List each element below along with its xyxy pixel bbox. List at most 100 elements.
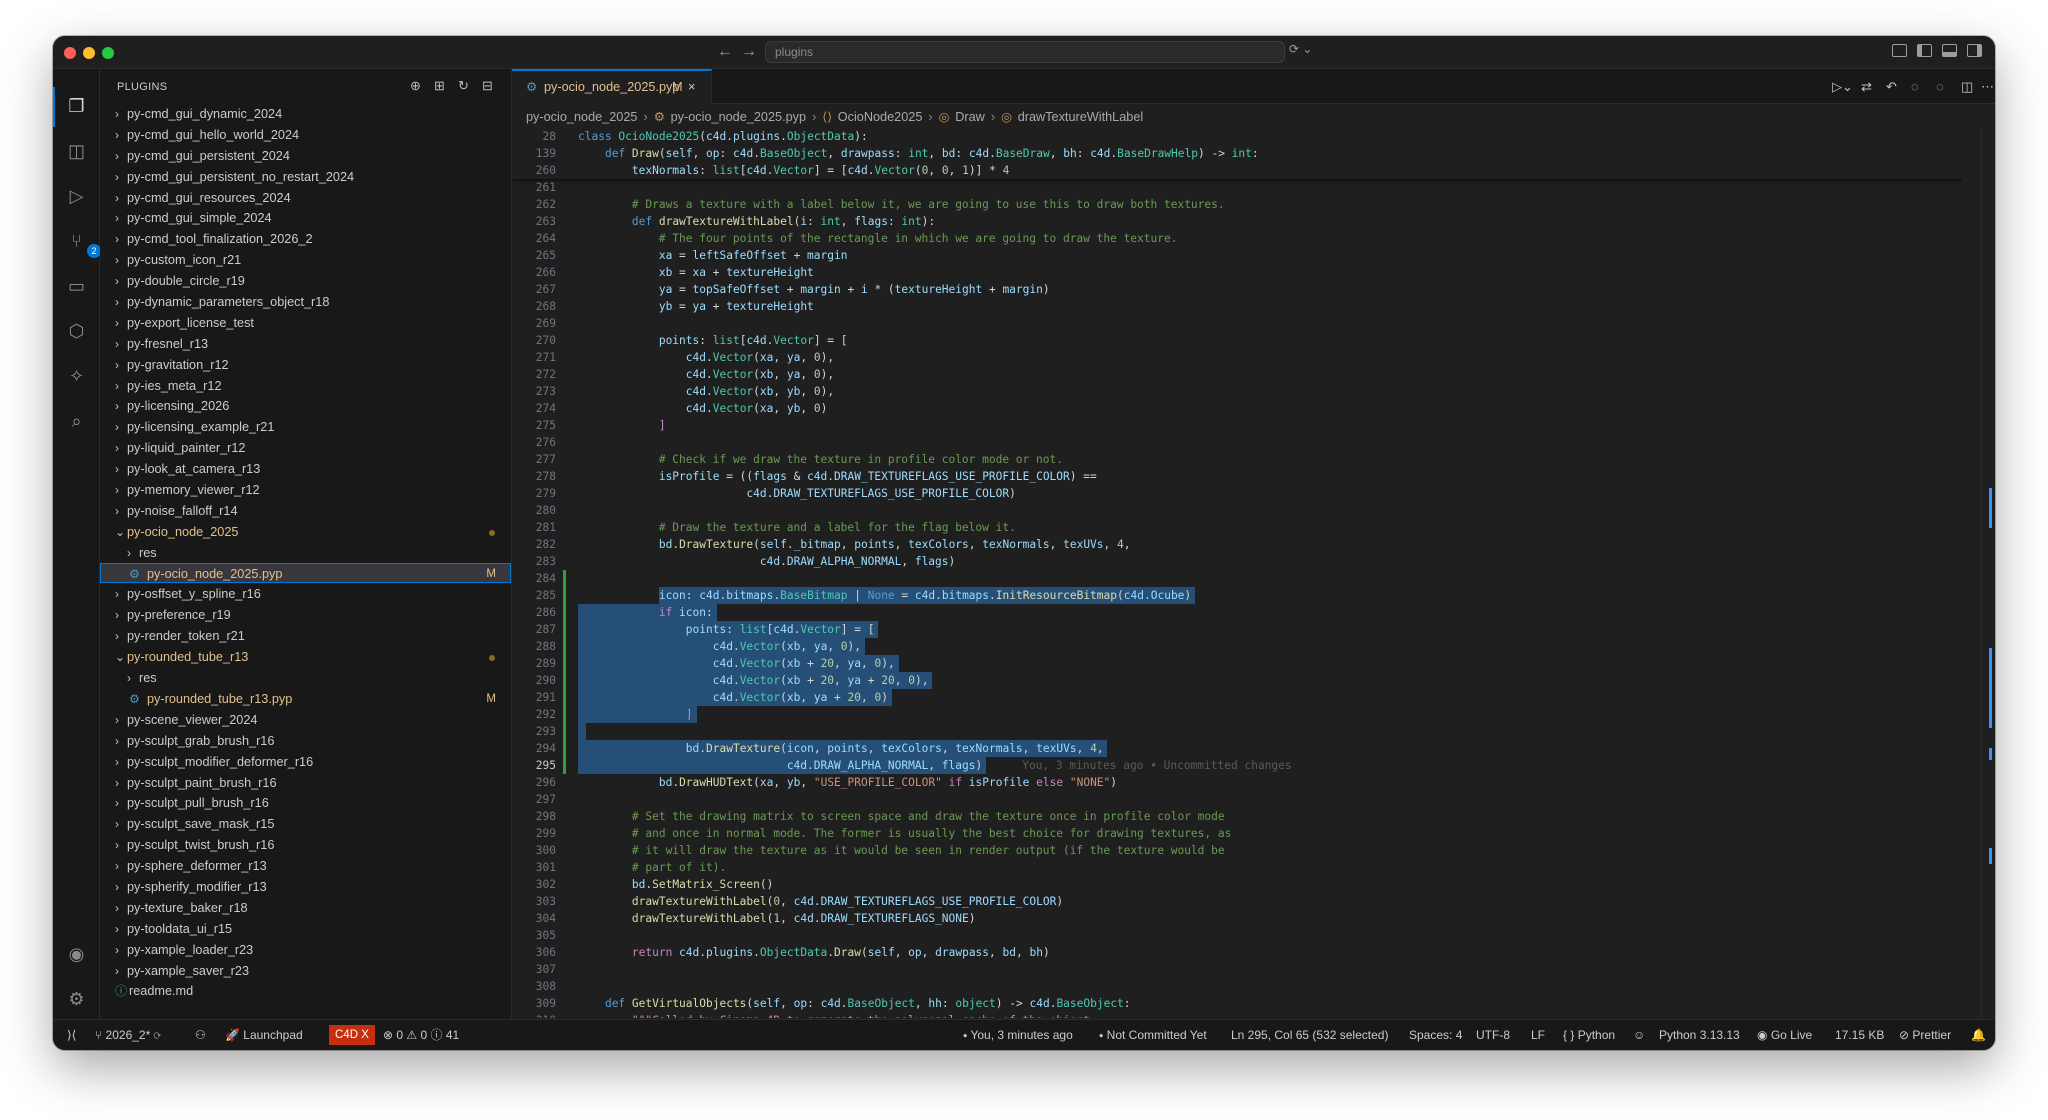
code-line[interactable]: 267 ya = topSafeOffset + margin + i * (t… [512,281,1962,298]
folder-item[interactable]: › py-liquid_painter_r12 [100,437,511,458]
account-icon[interactable]: ◉ [63,941,90,968]
run-python-icon[interactable]: ▷⌄ [1832,79,1853,95]
minimize-window-button[interactable] [83,47,95,59]
breadcrumb-item[interactable]: OcioNode2025 [838,110,923,124]
code-line[interactable]: 310 """Called by Cinema 4D to generate t… [512,1012,1962,1018]
code-line[interactable]: 291 c4d.Vector(xb, ya + 20, 0) [512,689,1962,706]
file-item[interactable]: ⚙ py-ocio_node_2025.pyp M [100,562,511,584]
code-line[interactable]: 286 if icon: [512,604,1962,621]
code-line[interactable]: 283 c4d.DRAW_ALPHA_NORMAL, flags) [512,553,1962,570]
folder-item[interactable]: › py-xample_loader_r23 [100,939,511,960]
customize-layout-icon[interactable] [1892,44,1907,57]
new-file-icon[interactable]: ⊕ [410,78,421,94]
settings-gear-icon[interactable]: ⚙ [63,986,90,1013]
sticky-scroll-line[interactable]: 28 class OcioNode2025(c4d.plugins.ObjectD… [512,128,1962,145]
chat-icon[interactable]: ✧ [63,363,90,390]
breadcrumb-item[interactable]: py-ocio_node_2025 [526,110,637,124]
code-line[interactable]: 285 icon: c4d.bitmaps.BaseBitmap | None … [512,587,1962,604]
code-line[interactable]: 276 [512,434,1962,451]
sticky-scroll-line[interactable]: 139 def Draw(self, op: c4d.BaseObject, d… [512,145,1962,162]
remote-icon[interactable]: ⟩⟨ [67,1020,76,1050]
cursor-position[interactable]: Ln 295, Col 65 (532 selected) [1231,1020,1388,1050]
next-change-icon[interactable]: ◌ [1936,79,1944,94]
code-line[interactable]: 262 # Draws a texture with a label below… [512,196,1962,213]
code-line[interactable]: 272 c4d.Vector(xb, ya, 0), [512,366,1962,383]
folder-item[interactable]: › py-cmd_gui_simple_2024 [100,207,511,228]
code-line[interactable]: 289 c4d.Vector(xb + 20, ya, 0), [512,655,1962,672]
code-line[interactable]: 277 # Check if we draw the texture in pr… [512,451,1962,468]
folder-item[interactable]: › py-xample_saver_r23 [100,960,511,981]
code-line[interactable]: 306 return c4d.plugins.ObjectData.Draw(s… [512,944,1962,961]
copilot-status-icon[interactable]: ☺ [1633,1020,1645,1050]
folder-item[interactable]: › py-gravitation_r12 [100,354,511,375]
folder-item[interactable]: ⌄ py-rounded_tube_r13 [100,646,511,667]
language-mode[interactable]: { } Python [1563,1020,1615,1050]
code-line[interactable]: 279 c4d.DRAW_TEXTUREFLAGS_USE_PROFILE_CO… [512,485,1962,502]
code-line[interactable]: 297 [512,791,1962,808]
code-line[interactable]: 273 c4d.Vector(xb, yb, 0), [512,383,1962,400]
code-line[interactable]: 302 bd.SetMatrix_Screen() [512,876,1962,893]
file-item[interactable]: ⚙ py-rounded_tube_r13.pyp M [100,688,511,709]
split-editor-icon[interactable]: ◫ [1961,79,1973,95]
code-line[interactable]: 274 c4d.Vector(xa, yb, 0) [512,400,1962,417]
code-line[interactable]: 271 c4d.Vector(xa, ya, 0), [512,349,1962,366]
toggle-primary-sidebar-icon[interactable] [1917,44,1932,57]
folder-item[interactable]: › py-custom_icon_r21 [100,249,511,270]
close-window-button[interactable] [64,47,76,59]
code-line[interactable]: 263 def drawTextureWithLabel(i: int, fla… [512,213,1962,230]
problems-indicator[interactable]: ⊗ 0 ⚠ 0 ⓘ 41 [383,1020,459,1050]
branch-indicator[interactable]: ⑂ 2026_2* ⟳ [95,1020,161,1050]
code-line[interactable]: 304 drawTextureWithLabel(1, c4d.DRAW_TEX… [512,910,1962,927]
folder-item[interactable]: › py-render_token_r21 [100,625,511,646]
folder-item[interactable]: › py-licensing_example_r21 [100,416,511,437]
folder-item[interactable]: › py-sculpt_grab_brush_r16 [100,730,511,751]
extensions-icon[interactable]: ⬡ [63,318,90,345]
folder-item[interactable]: › py-sculpt_save_mask_r15 [100,813,511,834]
code-view[interactable]: 28 class OcioNode2025(c4d.plugins.ObjectD… [512,128,1962,1018]
folder-item[interactable]: › py-export_license_test [100,312,511,333]
code-line[interactable]: 275 ] [512,417,1962,434]
code-line[interactable]: 282 bd.DrawTexture(self._bitmap, points,… [512,536,1962,553]
code-line[interactable]: 266 xb = xa + textureHeight [512,264,1962,281]
code-line[interactable]: 294 bd.DrawTexture(icon, points, texColo… [512,740,1962,757]
open-changes-icon[interactable]: ⇄ [1861,79,1872,95]
launchpad-item[interactable]: 🚀 Launchpad [225,1020,303,1050]
code-line[interactable]: 298 # Set the drawing matrix to screen s… [512,808,1962,825]
folder-item[interactable]: › py-dynamic_parameters_object_r18 [100,291,511,312]
remote-explorer-icon[interactable]: ▭ [63,273,90,300]
blame-author[interactable]: ⬩ You, 3 minutes ago [963,1020,1073,1050]
folder-item[interactable]: › py-sculpt_twist_brush_r16 [100,834,511,855]
code-line[interactable]: 281 # Draw the texture and a label for t… [512,519,1962,536]
folder-item[interactable]: › py-osffset_y_spline_r16 [100,583,511,604]
command-center-search[interactable]: plugins [765,41,1285,63]
breadcrumb-item[interactable]: drawTextureWithLabel [1018,110,1144,124]
go-live-button[interactable]: ◉ Go Live [1757,1020,1812,1050]
code-line[interactable]: 296 bd.DrawHUDText(xa, yb, "USE_PROFILE_… [512,774,1962,791]
folder-item[interactable]: › py-ies_meta_r12 [100,375,511,396]
search-view-icon[interactable]: ◫ [63,138,90,165]
code-line[interactable]: 299 # and once in normal mode. The forme… [512,825,1962,842]
prettier-status[interactable]: ⊘ Prettier [1899,1020,1951,1050]
source-control-icon[interactable]: ⑂ 2 [63,228,101,258]
folder-item[interactable]: › res [100,542,511,563]
interpreter[interactable]: Python 3.13.13 [1659,1020,1740,1050]
new-folder-icon[interactable]: ⊞ [434,78,445,94]
folder-item[interactable]: › py-cmd_gui_hello_world_2024 [100,124,511,145]
code-line[interactable]: 288 c4d.Vector(xb, ya, 0), [512,638,1962,655]
debug-icon[interactable]: ⚇ [195,1020,206,1050]
breadcrumb-item[interactable]: py-ocio_node_2025.pyp [671,110,806,124]
code-line[interactable]: 269 [512,315,1962,332]
code-line[interactable]: 265 xa = leftSafeOffset + margin [512,247,1962,264]
code-line[interactable]: 278 isProfile = ((flags & c4d.DRAW_TEXTU… [512,468,1962,485]
code-line[interactable]: 268 yb = ya + textureHeight [512,298,1962,315]
explorer-icon[interactable]: ❐ [63,93,90,120]
folder-item[interactable]: › py-sculpt_pull_brush_r16 [100,792,511,813]
commit-status[interactable]: ⬩ Not Committed Yet [1099,1020,1207,1050]
refresh-icon[interactable]: ↻ [458,78,469,94]
run-debug-icon[interactable]: ▷ [63,183,90,210]
back-arrow-icon[interactable]: ← [717,42,733,62]
code-line[interactable]: 287 points: list[c4d.Vector] = [ [512,621,1962,638]
breadcrumb-item[interactable]: Draw [955,110,985,124]
collapse-all-icon[interactable]: ⊟ [482,78,493,94]
code-line[interactable]: 293 [512,723,1962,740]
